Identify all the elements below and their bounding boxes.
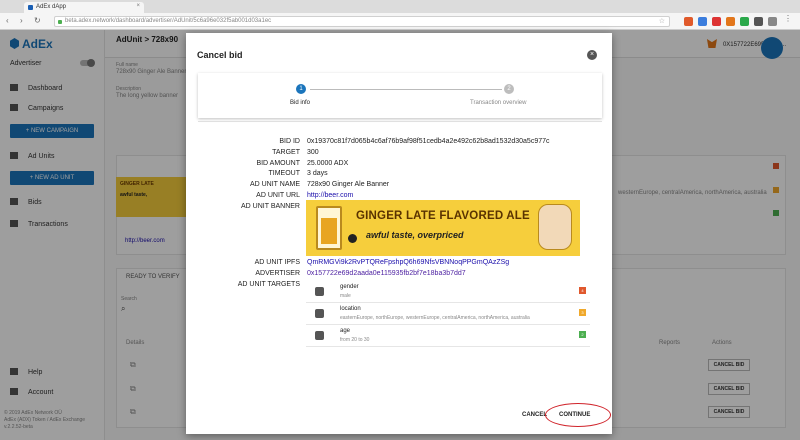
bid-id-label: BID ID [279, 138, 300, 145]
extension-icon[interactable] [684, 17, 693, 26]
extension-icon[interactable] [754, 17, 763, 26]
targets-list: gender male 4 location easternEurope, no… [306, 282, 590, 348]
target-row-gender: gender male 4 [306, 282, 590, 303]
target-value: male [340, 293, 351, 299]
timeout-label: TIMEOUT [268, 170, 301, 178]
browser-tab-strip: AdEx dApp × [0, 0, 800, 13]
browser-menu-icon[interactable]: ⋮ [784, 14, 793, 23]
dialog-title: Cancel bid [197, 50, 243, 60]
tab-close-icon[interactable]: × [136, 3, 140, 9]
advertiser-link[interactable]: 0x157722e69d2aada0e115935fb2bf7e18ba3b7d… [307, 269, 550, 280]
bid-id-value: 0x19370c81f7d065b4c6af76b9af98f51cedb4a2… [307, 138, 550, 145]
divider [198, 121, 602, 122]
eye-icon [315, 331, 324, 340]
bookmark-star-icon[interactable]: ☆ [659, 17, 665, 25]
cancel-button[interactable]: CANCEL [522, 412, 547, 418]
secure-lock-icon [58, 20, 62, 24]
weight-badge: 2 [579, 331, 586, 338]
extension-icon[interactable] [768, 17, 777, 26]
ad-unit-targets-label: AD UNIT TARGETS [237, 280, 300, 288]
ad-unit-name-label: AD UNIT NAME [249, 181, 300, 189]
step-1-label: Bid info [290, 100, 311, 106]
gender-icon [315, 287, 324, 296]
metamask-extension-icon[interactable] [726, 17, 735, 26]
adex-favicon-icon [28, 5, 33, 10]
weight-badge: 4 [579, 287, 586, 294]
close-icon[interactable]: × [587, 50, 597, 60]
address-bar: ‹ › ↻ beta.adex.network/dashboard/advert… [0, 13, 800, 30]
target-value: from 20 to 30 [340, 337, 370, 343]
hand-holding-beer-illustration [538, 204, 572, 250]
extension-icon[interactable] [698, 17, 707, 26]
weight-badge: 3 [579, 309, 586, 316]
target-label: TARGET [272, 148, 300, 156]
target-row-location: location easternEurope, northEurope, wes… [306, 304, 590, 325]
highlight-circle-annotation [545, 403, 611, 427]
browser-tab[interactable]: AdEx dApp × [24, 2, 144, 13]
url-text: beta.adex.network/dashboard/advertiser/A… [65, 18, 272, 24]
bid-amount-value: 25.0000 ADX [307, 159, 349, 167]
url-input[interactable]: beta.adex.network/dashboard/advertiser/A… [54, 16, 670, 27]
tab-title: AdEx dApp [36, 4, 67, 10]
ad-unit-banner-image: GINGER LATE FLAVORED ALE awful taste, ov… [306, 200, 580, 256]
step-2-indicator[interactable]: 2 [504, 84, 514, 94]
target-key: gender [340, 284, 359, 290]
forward-icon[interactable]: › [20, 16, 23, 25]
target-key: location [340, 306, 361, 312]
banner-headline: GINGER LATE FLAVORED ALE [356, 210, 530, 222]
beer-mug-illustration [316, 206, 342, 250]
ad-unit-ipfs-link[interactable]: QmRMGVi9k2RvPTQReFpshpQ6h69NfsVBNNoqPPGm… [307, 258, 550, 269]
field-labels: BID ID TARGET BID AMOUNT TIMEOUT AD UNIT… [186, 137, 300, 291]
bullet-icon [348, 234, 357, 243]
extension-icon[interactable] [712, 17, 721, 26]
ad-unit-name-value: 728x90 Ginger Ale Banner [307, 181, 390, 189]
stepper-connector [310, 89, 502, 90]
timeout-value: 3 days [307, 170, 328, 178]
advertiser-label: ADVERTISER [255, 269, 300, 277]
target-value: easternEurope, northEurope, westernEurop… [340, 315, 530, 321]
ad-unit-url-label: AD UNIT URL [256, 191, 300, 199]
stepper: 1 Bid info 2 Transaction overview [198, 73, 602, 118]
step-1-indicator[interactable]: 1 [296, 84, 306, 94]
target-key: age [340, 328, 351, 334]
bid-amount-label: BID AMOUNT [256, 159, 300, 167]
ad-unit-ipfs-label: AD UNIT IPFS [254, 259, 300, 267]
cancel-bid-dialog: Cancel bid × 1 Bid info 2 Transaction ov… [186, 33, 612, 434]
reload-icon[interactable]: ↻ [34, 16, 41, 25]
ad-unit-banner-label: AD UNIT BANNER [241, 202, 300, 210]
extension-icon[interactable] [740, 17, 749, 26]
target-value: 300 [307, 148, 319, 156]
banner-tagline: awful taste, overpriced [366, 230, 464, 240]
step-2-label: Transaction overview [470, 100, 527, 106]
location-pin-icon [315, 309, 324, 318]
target-row-age: age from 20 to 30 2 [306, 326, 590, 347]
back-icon[interactable]: ‹ [6, 16, 9, 25]
